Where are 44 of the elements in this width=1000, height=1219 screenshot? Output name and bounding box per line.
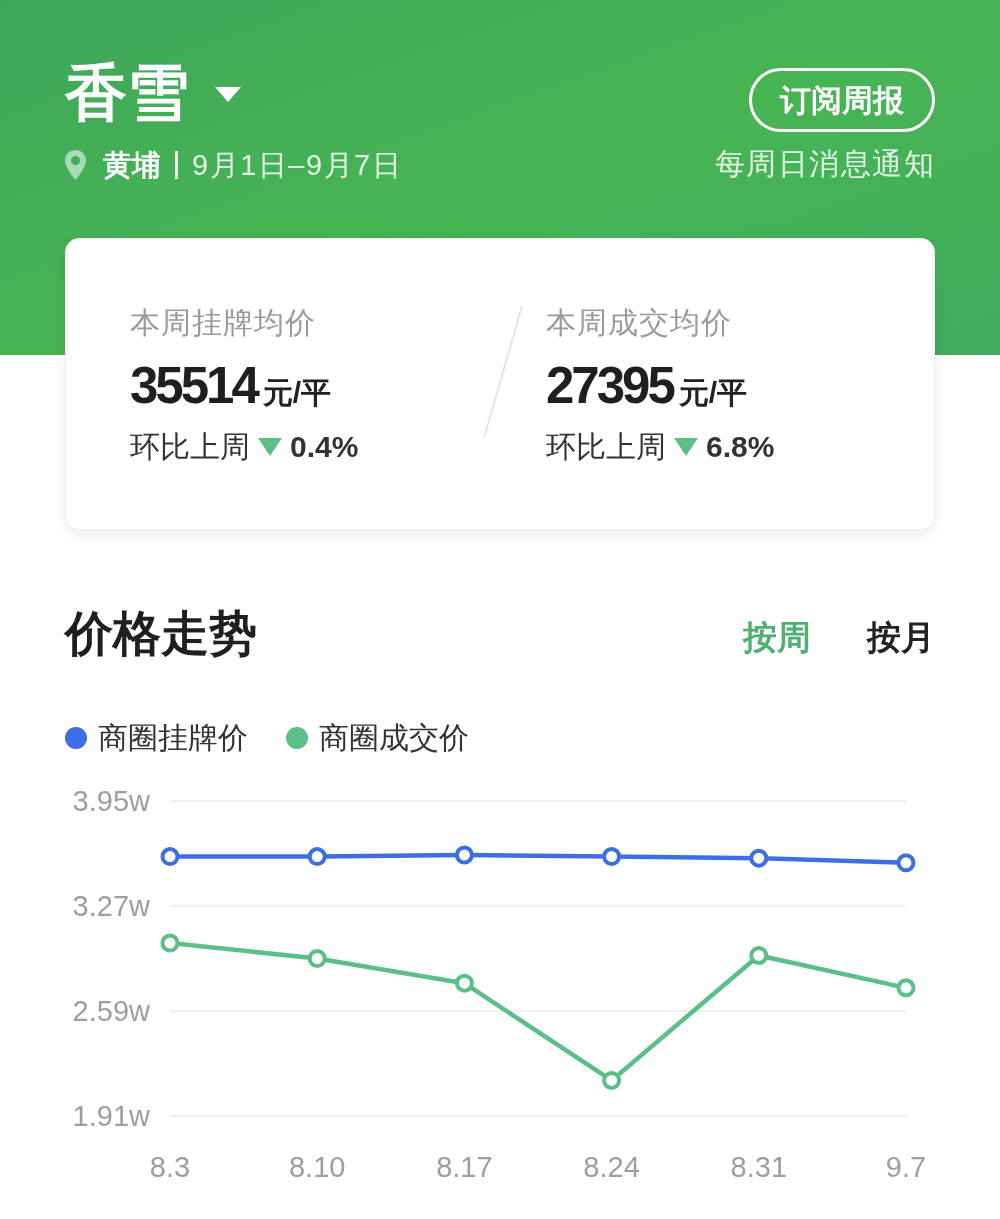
y-axis-label: 2.59w <box>72 995 150 1027</box>
price-unit: 元/平 <box>262 375 332 411</box>
data-point <box>160 847 180 867</box>
caret-icon[interactable] <box>215 86 241 102</box>
data-point <box>896 978 916 998</box>
data-point <box>307 949 327 968</box>
change-percent: 0.4% <box>290 429 359 465</box>
x-axis-label: 9.7 <box>885 1151 927 1183</box>
x-axis-label: 8.3 <box>149 1151 191 1183</box>
x-axis-label: 8.24 <box>583 1151 640 1183</box>
data-point <box>454 845 474 865</box>
y-axis-label: 1.91w <box>72 1100 150 1132</box>
x-axis-label: 8.10 <box>288 1151 346 1183</box>
section-title: 价格走势 <box>65 606 257 662</box>
data-point <box>896 853 916 873</box>
period-tab[interactable]: 按月 <box>867 617 935 657</box>
price-unit: 元/平 <box>678 375 748 411</box>
data-point <box>749 945 769 965</box>
notification-note: 每周日消息通知 <box>714 146 935 182</box>
subscribe-button[interactable]: 订阅周报 <box>749 68 935 132</box>
data-point <box>454 973 474 993</box>
location-title: 香雪 <box>65 60 189 126</box>
x-axis-label: 8.31 <box>730 1151 788 1183</box>
period-tab[interactable]: 按周 <box>743 617 811 657</box>
price-label: 本周成交均价 <box>546 305 733 341</box>
district-name: 黄埔 <box>103 148 161 182</box>
data-point <box>160 933 180 953</box>
y-axis-label: 3.27w <box>72 890 150 922</box>
y-axis-label: 3.95w <box>72 785 150 817</box>
change-label: 环比上周 <box>130 429 250 465</box>
x-axis-label: 8.17 <box>436 1151 493 1183</box>
location-pin-icon <box>65 150 86 180</box>
date-range: 9月1日–9月7日 <box>192 148 403 182</box>
data-point <box>602 1071 622 1090</box>
change-label: 环比上周 <box>546 429 666 465</box>
change-percent: 6.8% <box>706 429 775 465</box>
data-point <box>602 847 622 867</box>
data-point <box>307 847 327 867</box>
average-price: 35514 <box>130 357 257 415</box>
price-label: 本周挂牌均价 <box>130 305 317 341</box>
data-point <box>749 848 769 868</box>
average-price: 27395 <box>546 357 673 415</box>
legend-label: 商圈成交价 <box>319 720 469 756</box>
legend-label: 商圈挂牌价 <box>98 720 248 756</box>
